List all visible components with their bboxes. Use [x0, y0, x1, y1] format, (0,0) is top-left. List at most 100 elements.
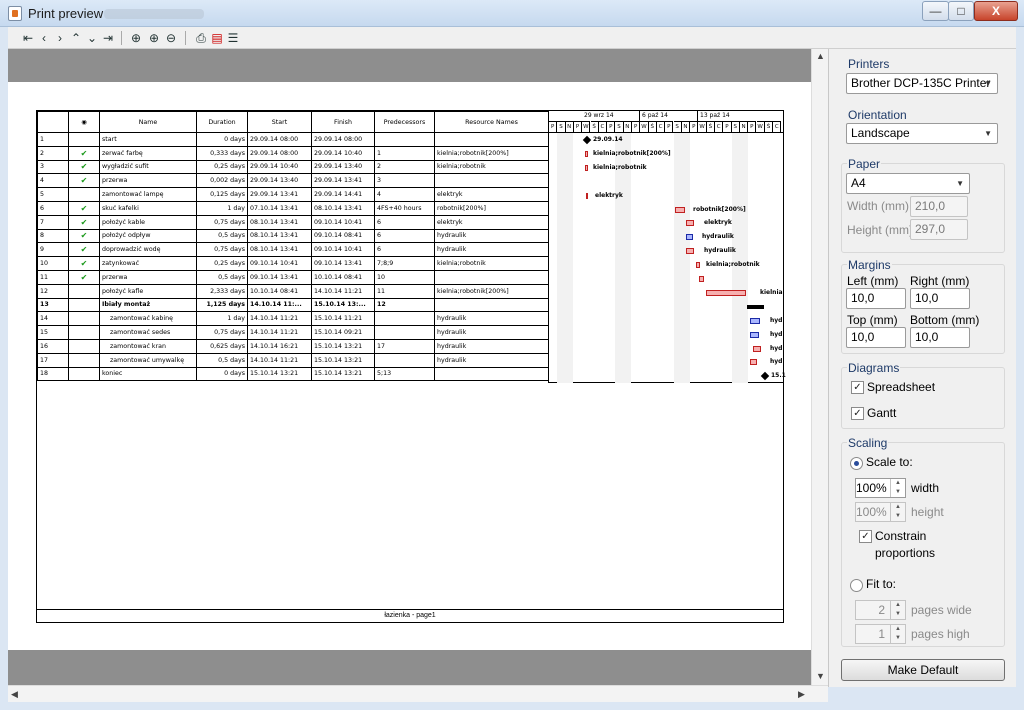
pages-wide-spinner[interactable]: 2 ▲ ▼ — [855, 600, 906, 620]
gantt-day-header: P — [665, 121, 674, 132]
scaling-title: Scaling — [847, 436, 889, 450]
paper-width-field[interactable]: 210,0 — [910, 196, 968, 217]
constrain-checkbox[interactable]: ✓ — [859, 530, 872, 543]
row-finish: 15.10.14 11:21 — [311, 311, 375, 327]
row-finish: 29.09.14 10:40 — [311, 145, 375, 161]
margin-bottom-field[interactable]: 10,0 — [910, 327, 970, 348]
pdf-export-icon[interactable]: ▤ — [209, 30, 225, 46]
margin-left-field[interactable]: 10,0 — [846, 288, 906, 309]
row-indicator — [68, 325, 100, 340]
next-page-icon[interactable]: › — [52, 30, 68, 46]
row-finish: 29.09.14 14:41 — [311, 187, 375, 202]
scale-to-radio[interactable] — [850, 457, 863, 470]
spinner-arrows-icon[interactable]: ▲ ▼ — [890, 503, 905, 521]
paper-height-field[interactable]: 297,0 — [910, 219, 968, 240]
row-indicator: ✔ — [68, 159, 100, 175]
row-predecessors: 3 — [374, 173, 435, 189]
row-start: 14.10.14 11:21 — [247, 352, 312, 368]
row-name: start — [99, 132, 197, 147]
paper-select[interactable]: A4 ▼ — [846, 173, 970, 194]
print-settings-panel: Printers Brother DCP-135C Printer ▼ Orie… — [828, 49, 1016, 687]
orientation-select[interactable]: Landscape ▼ — [846, 123, 998, 144]
col-header-indicator: ◉ — [68, 111, 100, 133]
gantt-day-header: S — [673, 121, 682, 132]
gantt-day-header: P — [549, 121, 558, 132]
spinner-arrows-icon[interactable]: ▲ ▼ — [890, 601, 905, 619]
row-start: 14.10.14 11:21 — [247, 325, 312, 340]
row-id: 4 — [37, 173, 69, 189]
scroll-up-arrow-icon[interactable]: ▲ — [816, 51, 825, 61]
row-predecessors: 17 — [374, 338, 435, 354]
scroll-down-arrow-icon[interactable]: ▼ — [816, 671, 825, 681]
row-indicator — [68, 338, 100, 354]
gantt-day-header: W — [582, 121, 591, 132]
row-resources: kielnia;robotnik — [434, 159, 549, 175]
row-finish: 10.10.14 08:41 — [311, 269, 375, 285]
spreadsheet-checkbox[interactable]: ✓ — [851, 381, 864, 394]
spinner-arrows-icon[interactable]: ▲ ▼ — [890, 479, 905, 497]
vertical-scrollbar[interactable]: ▲ ▼ — [811, 49, 828, 685]
table-row: 12 położyć kafle 2,333 days 10.10.14 08:41 1… — [37, 283, 549, 299]
row-predecessors: 1 — [374, 145, 435, 161]
table-row: 8 ✔ położyć odpływ 0,5 days 08.10.14 13:41 09… — [37, 228, 549, 244]
scroll-left-arrow-icon[interactable]: ◀ — [11, 689, 18, 700]
gantt-bar-label: hyd — [770, 344, 783, 352]
page-down-icon[interactable]: ⌄ — [84, 30, 100, 46]
zoom-fit-icon[interactable]: ⊕ — [128, 30, 144, 46]
make-default-button[interactable]: Make Default — [841, 659, 1005, 681]
gantt-label: Gantt — [867, 406, 897, 420]
row-start: 07.10.14 13:41 — [247, 200, 312, 216]
printer-select[interactable]: Brother DCP-135C Printer ▼ — [846, 73, 998, 94]
row-duration: 2,333 days — [196, 283, 248, 299]
previous-page-icon[interactable]: ‹ — [36, 30, 52, 46]
gantt-week-header: 29 wrz 14 — [582, 111, 640, 121]
row-resources: hydraulik — [434, 228, 549, 244]
margin-right-field[interactable]: 10,0 — [910, 288, 970, 309]
zoom-out-icon[interactable]: ⊖ — [163, 30, 179, 46]
pages-high-spinner[interactable]: 1 ▲ ▼ — [855, 624, 906, 644]
row-id: 10 — [37, 256, 69, 271]
col-header-duration: Duration — [196, 111, 248, 133]
gantt-bar-label: elektryk — [595, 191, 623, 199]
gantt-day-header: C — [773, 121, 782, 132]
pages-wide-label: pages wide — [911, 603, 972, 617]
row-duration: 0,25 days — [196, 256, 248, 271]
zoom-in-icon[interactable]: ⊕ — [146, 30, 162, 46]
paper-height-label: Height (mm): — [847, 223, 917, 237]
pages-high-value: 1 — [878, 627, 885, 641]
scale-height-value: 100% — [856, 505, 887, 519]
close-button[interactable]: X — [974, 1, 1018, 21]
row-start: 29.09.14 10:40 — [247, 159, 312, 175]
margin-top-field[interactable]: 10,0 — [846, 327, 906, 348]
last-page-icon[interactable]: ⇥ — [100, 30, 116, 46]
table-row: 13 Ibiały montaż 1,125 days 14.10.14 11:...… — [37, 297, 549, 313]
gantt-day-header: P — [573, 121, 583, 132]
settings-toggle-icon[interactable]: ☰ — [225, 30, 241, 46]
spinner-arrows-icon[interactable]: ▲ ▼ — [890, 625, 905, 643]
row-finish: 14.10.14 11:21 — [311, 283, 375, 299]
printer-value: Brother DCP-135C Printer — [851, 76, 991, 90]
horizontal-scrollbar[interactable]: ◀ ▶ — [8, 685, 828, 702]
gantt-bar-label: kielnia;robotnik — [593, 163, 647, 171]
scroll-right-arrow-icon[interactable]: ▶ — [798, 689, 805, 700]
row-id: 12 — [37, 283, 69, 299]
fit-to-radio[interactable] — [850, 579, 863, 592]
row-finish: 29.09.14 13:41 — [311, 173, 375, 189]
gantt-task-bar — [750, 359, 757, 366]
row-duration: 1 day — [196, 311, 248, 327]
gantt-bar-label: 15.1 — [771, 372, 786, 380]
maximize-button[interactable]: □ — [948, 1, 974, 21]
minimize-button[interactable]: — — [922, 1, 949, 21]
paper-width-label: Width (mm): — [847, 199, 913, 213]
scale-height-spinner[interactable]: 100% ▲ ▼ — [855, 502, 906, 522]
scale-width-spinner[interactable]: 100% ▲ ▼ — [855, 478, 906, 498]
gantt-day-header: P — [690, 121, 699, 132]
page-up-icon[interactable]: ⌃ — [68, 30, 84, 46]
diagrams-group — [841, 367, 1005, 429]
table-row: 10 ✔ zatynkować 0,25 days 09.10.14 10:41 09.1… — [37, 256, 549, 271]
print-icon[interactable]: ⎙ — [193, 30, 209, 46]
first-page-icon[interactable]: ⇤ — [20, 30, 36, 46]
row-resources — [434, 297, 549, 313]
gantt-checkbox[interactable]: ✓ — [851, 407, 864, 420]
chevron-down-icon: ▼ — [956, 179, 964, 188]
